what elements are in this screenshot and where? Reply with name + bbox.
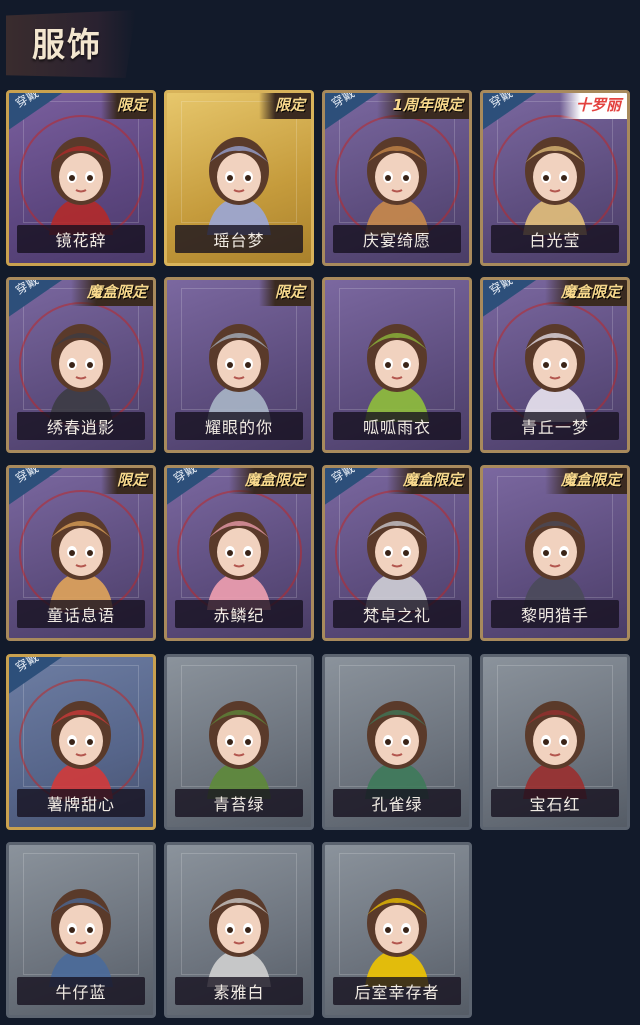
costume-card[interactable]: 穿戴 魔盒限定 梵卓之礼: [322, 465, 472, 641]
limited-badge: 限定: [258, 93, 311, 119]
character-portrait: [207, 137, 271, 235]
character-portrait: [365, 701, 429, 799]
costume-name: 后室幸存者: [333, 977, 461, 1005]
costume-card[interactable]: 穿戴 十罗丽 白光莹: [480, 90, 630, 266]
costume-card[interactable]: 后室幸存者: [322, 842, 472, 1018]
costume-name: 牛仔蓝: [17, 977, 145, 1005]
limited-badge: 魔盒限定: [544, 468, 627, 494]
costume-card[interactable]: 穿戴 魔盒限定 赤鳞纪: [164, 465, 314, 641]
costume-name: 黎明猎手: [491, 600, 619, 628]
limited-badge: 限定: [258, 280, 311, 306]
character-portrait: [365, 512, 429, 610]
costume-card[interactable]: 宝石红: [480, 654, 630, 830]
character-portrait: [49, 512, 113, 610]
character-portrait: [207, 889, 271, 987]
character-portrait: [49, 889, 113, 987]
costume-card[interactable]: 呱呱雨衣: [322, 277, 472, 453]
costume-name: 赤鳞纪: [175, 600, 303, 628]
costume-card[interactable]: 穿戴 魔盒限定 青丘一梦: [480, 277, 630, 453]
costume-name: 绣春逍影: [17, 412, 145, 440]
costume-card[interactable]: 穿戴 1周年限定 庆宴绮愿: [322, 90, 472, 266]
limited-badge: 魔盒限定: [544, 280, 627, 306]
costume-name: 瑶台梦: [175, 225, 303, 253]
character-portrait: [523, 701, 587, 799]
costume-name: 孔雀绿: [333, 789, 461, 817]
costume-name: 梵卓之礼: [333, 600, 461, 628]
costume-card[interactable]: 穿戴 薯牌甜心: [6, 654, 156, 830]
costume-card[interactable]: 青苔绿: [164, 654, 314, 830]
limited-badge: 十罗丽: [559, 93, 627, 119]
limited-badge: 魔盒限定: [228, 468, 311, 494]
costume-name: 薯牌甜心: [17, 789, 145, 817]
costume-name: 青丘一梦: [491, 412, 619, 440]
limited-badge: 魔盒限定: [386, 468, 469, 494]
limited-badge: 限定: [100, 468, 153, 494]
costume-card[interactable]: 穿戴 限定 童话息语: [6, 465, 156, 641]
costume-name: 庆宴绮愿: [333, 225, 461, 253]
costume-card[interactable]: 限定瑶台梦: [164, 90, 314, 266]
character-portrait: [207, 701, 271, 799]
costume-name: 呱呱雨衣: [333, 412, 461, 440]
costume-grid: 穿戴 限定 镜花辞 限定 瑶台梦 穿戴 1周年限定 庆宴绮愿 穿戴 十罗丽 白光莹 穿戴 魔盒限定 绣春逍…: [0, 0, 640, 1025]
character-portrait: [49, 324, 113, 422]
costume-card[interactable]: 牛仔蓝: [6, 842, 156, 1018]
costume-card[interactable]: 穿戴 限定 镜花辞: [6, 90, 156, 266]
costume-card[interactable]: 穿戴 魔盒限定 绣春逍影: [6, 277, 156, 453]
costume-name: 宝石红: [491, 789, 619, 817]
costume-card[interactable]: 素雅白: [164, 842, 314, 1018]
character-portrait: [207, 324, 271, 422]
character-portrait: [207, 512, 271, 610]
character-portrait: [365, 324, 429, 422]
costume-name: 青苔绿: [175, 789, 303, 817]
costume-card[interactable]: 魔盒限定黎明猎手: [480, 465, 630, 641]
costume-name: 镜花辞: [17, 225, 145, 253]
costume-name: 耀眼的你: [175, 412, 303, 440]
character-portrait: [523, 512, 587, 610]
character-portrait: [523, 324, 587, 422]
costume-name: 白光莹: [491, 225, 619, 253]
limited-badge: 1周年限定: [376, 93, 469, 119]
character-portrait: [49, 137, 113, 235]
character-portrait: [49, 701, 113, 799]
character-portrait: [365, 889, 429, 987]
costume-card[interactable]: 限定耀眼的你: [164, 277, 314, 453]
costume-card[interactable]: 孔雀绿: [322, 654, 472, 830]
limited-badge: 限定: [100, 93, 153, 119]
character-portrait: [365, 137, 429, 235]
costume-name: 素雅白: [175, 977, 303, 1005]
character-portrait: [523, 137, 587, 235]
costume-name: 童话息语: [17, 600, 145, 628]
limited-badge: 魔盒限定: [70, 280, 153, 306]
